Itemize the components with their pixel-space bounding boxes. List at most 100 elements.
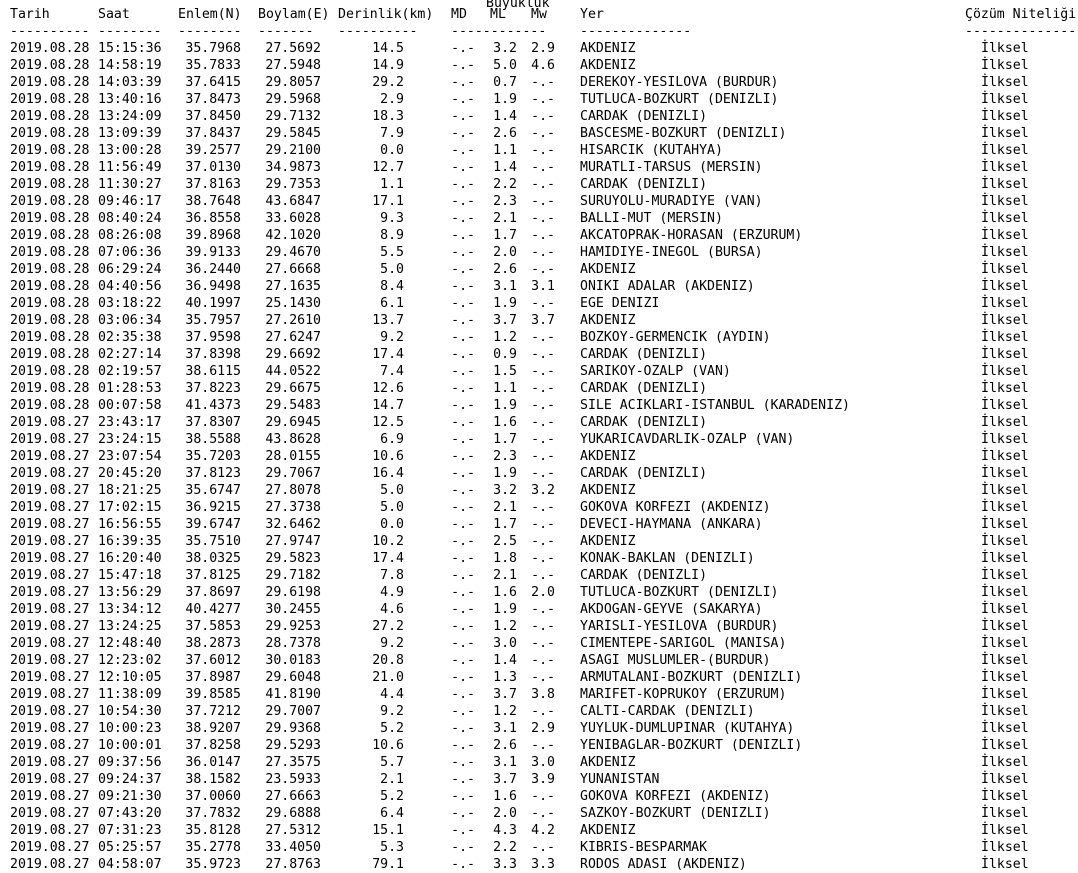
cell-md: -.-: [451, 738, 475, 753]
cell-ml: 3.1: [493, 755, 517, 770]
cell-depth: 9.2: [380, 636, 404, 651]
header-depth: Derinlik(km): [338, 7, 434, 22]
cell-date: 2019.08.27: [10, 840, 90, 855]
cell-solution: İlksel: [981, 568, 1029, 583]
cell-md: -.-: [451, 602, 475, 617]
cell-ml: 2.5: [493, 534, 517, 549]
cell-mw: -.-: [531, 619, 555, 634]
cell-mw: -.-: [531, 534, 555, 549]
cell-solution: İlksel: [981, 585, 1029, 600]
cell-ml: 1.8: [493, 551, 517, 566]
cell-lat: 37.8223: [185, 381, 241, 396]
cell-date: 2019.08.27: [10, 772, 90, 787]
cell-place: KONAK-BAKLAN (DENIZLI): [580, 551, 755, 566]
cell-ml: 2.6: [493, 126, 517, 141]
cell-solution: İlksel: [981, 381, 1029, 396]
cell-mw: 3.1: [531, 279, 555, 294]
cell-time: 23:24:15: [98, 432, 162, 447]
cell-date: 2019.08.28: [10, 194, 90, 209]
cell-ml: 0.9: [493, 347, 517, 362]
cell-mw: -.-: [531, 432, 555, 447]
cell-lat: 37.8473: [185, 92, 241, 107]
cell-date: 2019.08.27: [10, 721, 90, 736]
cell-place: AKDENIZ: [580, 534, 636, 549]
cell-ml: 1.4: [493, 109, 517, 124]
cell-date: 2019.08.27: [10, 500, 90, 515]
cell-depth: 8.9: [380, 228, 404, 243]
cell-solution: İlksel: [981, 41, 1029, 56]
cell-time: 11:30:27: [98, 177, 162, 192]
cell-mw: -.-: [531, 840, 555, 855]
cell-place: MURATLI-TARSUS (MERSIN): [580, 160, 763, 175]
cell-ml: 3.3: [493, 857, 517, 872]
cell-ml: 1.7: [493, 517, 517, 532]
cell-depth: 17.4: [372, 551, 404, 566]
cell-time: 02:35:38: [98, 330, 162, 345]
cell-mw: -.-: [531, 670, 555, 685]
cell-md: -.-: [451, 347, 475, 362]
cell-place: CARDAK (DENIZLI): [580, 381, 708, 396]
cell-place: BALLI-MUT (MERSIN): [580, 211, 723, 226]
cell-date: 2019.08.28: [10, 228, 90, 243]
cell-lat: 38.2873: [185, 636, 241, 651]
cell-ml: 1.9: [493, 466, 517, 481]
cell-place: AKDOGAN-GEYVE (SAKARYA): [580, 602, 763, 617]
cell-time: 03:18:22: [98, 296, 162, 311]
cell-lon: 33.4050: [265, 840, 321, 855]
cell-depth: 7.8: [380, 568, 404, 583]
cell-time: 13:40:16: [98, 92, 162, 107]
cell-mw: -.-: [531, 194, 555, 209]
cell-mw: -.-: [531, 109, 555, 124]
cell-depth: 14.5: [372, 41, 404, 56]
cell-solution: İlksel: [981, 551, 1029, 566]
cell-lon: 29.6888: [265, 806, 321, 821]
cell-mw: 2.9: [531, 41, 555, 56]
cell-time: 20:45:20: [98, 466, 162, 481]
cell-depth: 4.6: [380, 602, 404, 617]
cell-place: EGE DENIZI: [580, 296, 660, 311]
cell-md: -.-: [451, 415, 475, 430]
cell-solution: İlksel: [981, 670, 1029, 685]
cell-date: 2019.08.27: [10, 704, 90, 719]
cell-mw: -.-: [531, 738, 555, 753]
cell-lon: 27.8078: [265, 483, 321, 498]
cell-ml: 1.7: [493, 228, 517, 243]
cell-time: 13:34:12: [98, 602, 162, 617]
cell-depth: 5.0: [380, 500, 404, 515]
cell-time: 09:37:56: [98, 755, 162, 770]
cell-date: 2019.08.27: [10, 857, 90, 872]
cell-md: -.-: [451, 262, 475, 277]
cell-lon: 30.2455: [265, 602, 321, 617]
cell-date: 2019.08.27: [10, 449, 90, 464]
cell-mw: -.-: [531, 466, 555, 481]
cell-md: -.-: [451, 500, 475, 515]
cell-lon: 27.6663: [265, 789, 321, 804]
cell-depth: 7.9: [380, 126, 404, 141]
cell-mw: 3.8: [531, 687, 555, 702]
cell-depth: 7.4: [380, 364, 404, 379]
cell-mw: -.-: [531, 568, 555, 583]
cell-lat: 35.7968: [185, 41, 241, 56]
divider-place: --------------: [580, 24, 692, 39]
cell-lat: 38.7648: [185, 194, 241, 209]
cell-solution: İlksel: [981, 857, 1029, 872]
cell-time: 23:43:17: [98, 415, 162, 430]
cell-mw: -.-: [531, 653, 555, 668]
cell-lon: 34.9873: [265, 160, 321, 175]
cell-lon: 43.8628: [265, 432, 321, 447]
cell-depth: 1.1: [380, 177, 404, 192]
cell-depth: 6.9: [380, 432, 404, 447]
cell-time: 15:47:18: [98, 568, 162, 583]
cell-time: 07:43:20: [98, 806, 162, 821]
cell-ml: 3.7: [493, 687, 517, 702]
cell-time: 13:24:09: [98, 109, 162, 124]
cell-depth: 0.0: [380, 143, 404, 158]
cell-lat: 35.2778: [185, 840, 241, 855]
cell-ml: 2.2: [493, 840, 517, 855]
cell-place: AKDENIZ: [580, 755, 636, 770]
cell-place: CARDAK (DENIZLI): [580, 347, 708, 362]
cell-lon: 29.2100: [265, 143, 321, 158]
cell-time: 13:56:29: [98, 585, 162, 600]
cell-date: 2019.08.28: [10, 109, 90, 124]
cell-ml: 1.1: [493, 143, 517, 158]
